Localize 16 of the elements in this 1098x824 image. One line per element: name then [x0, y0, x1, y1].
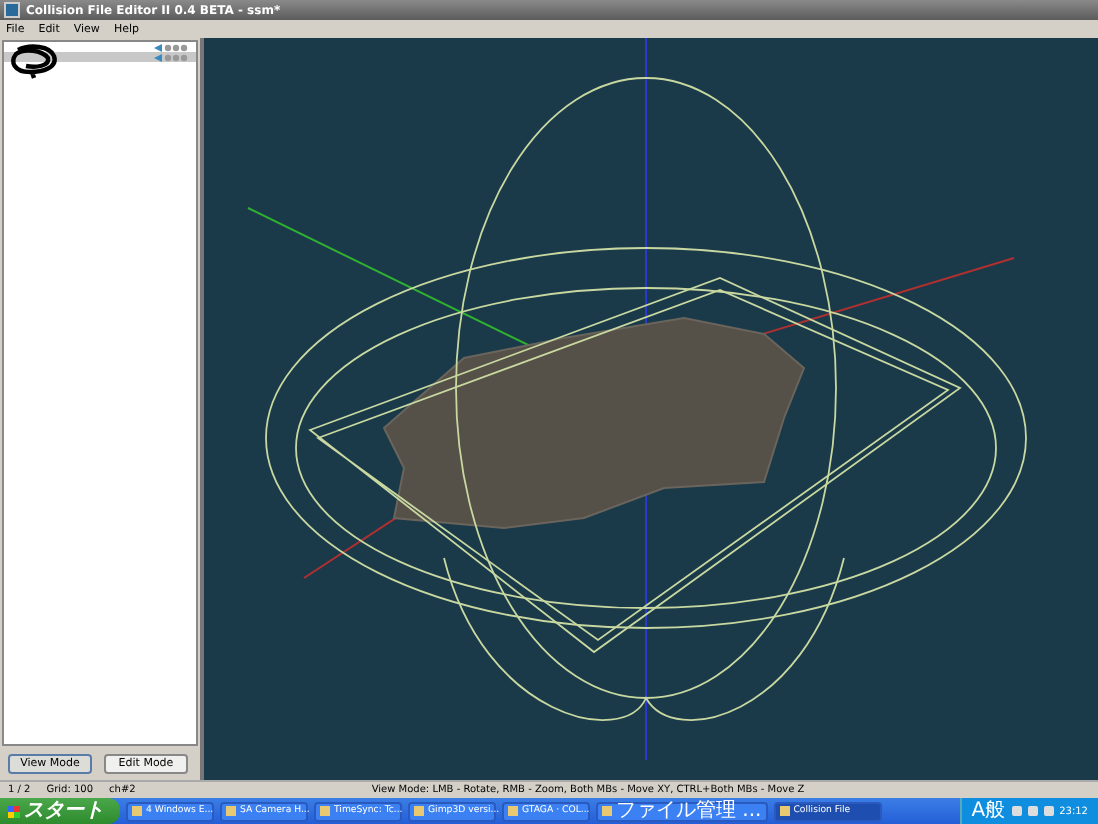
window-icon — [508, 806, 518, 816]
window-icon — [320, 806, 330, 816]
visibility-icon[interactable] — [154, 43, 190, 51]
window-icon — [414, 806, 424, 816]
3d-viewport[interactable] — [200, 38, 1098, 780]
window-icon — [779, 806, 790, 816]
window-icon — [602, 806, 612, 816]
input-method-label[interactable]: A般 — [971, 801, 1006, 821]
tree-row[interactable] — [4, 52, 196, 62]
terrain-mesh[interactable] — [382, 317, 806, 529]
start-button[interactable]: スタート — [0, 798, 120, 824]
window-icon — [226, 806, 236, 816]
visibility-icon[interactable] — [154, 53, 190, 61]
taskbar-button[interactable]: ファイル管理 ... — [596, 801, 768, 821]
window-icon — [132, 806, 142, 816]
windows-flag-icon — [8, 805, 20, 817]
